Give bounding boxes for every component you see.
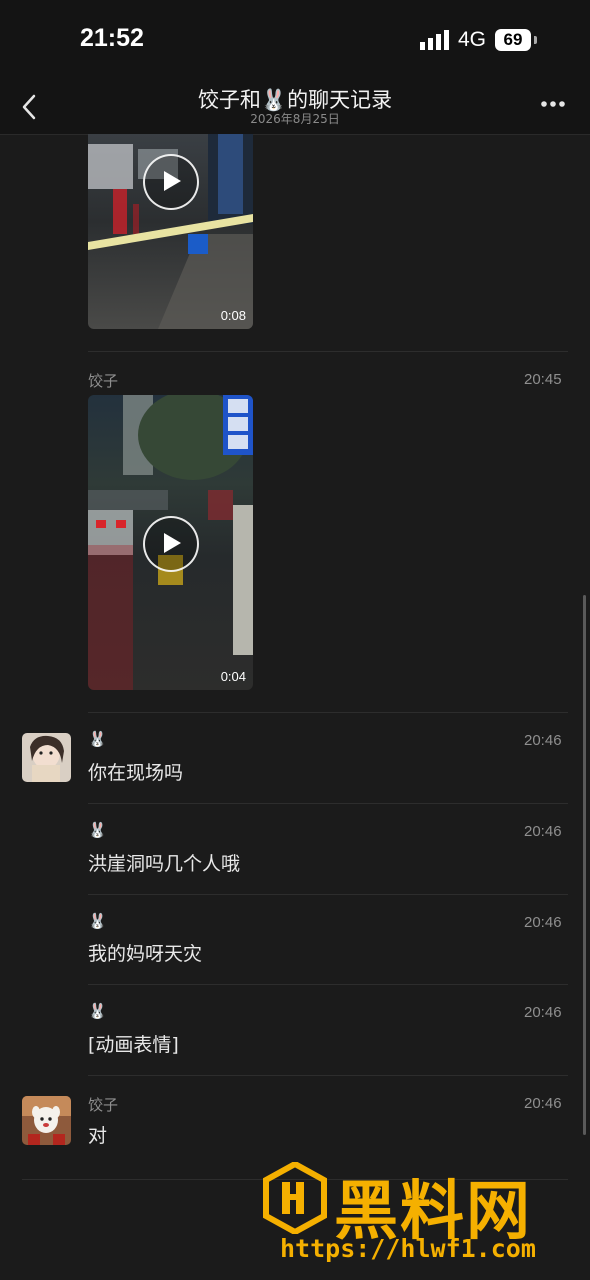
message-sender: 🐰 <box>88 1002 107 1020</box>
more-dots-icon[interactable] <box>540 100 566 108</box>
message-sender: 🐰 <box>88 821 107 839</box>
message-text: [动画表情] <box>88 1034 179 1056</box>
watermark-logo: 黑料网 https://hlwf1.com <box>262 1160 580 1272</box>
message-time: 20:46 <box>524 1004 562 1021</box>
network-type: 4G <box>458 28 487 51</box>
message-sender: 🐰 <box>88 912 107 930</box>
message-sender: 🐰 <box>88 730 107 748</box>
signal-icon <box>420 30 449 50</box>
scrollbar[interactable] <box>583 595 586 1135</box>
nav-bar: 饺子和🐰的聊天记录 2026年8月25日 <box>0 80 590 135</box>
battery-level: 69 <box>503 30 523 49</box>
video-duration: 0:08 <box>220 308 246 323</box>
message-text: 洪崖洞吗几个人哦 <box>88 853 241 875</box>
video-duration: 0:04 <box>220 669 246 684</box>
message-divider <box>88 803 568 804</box>
message-text: 我的妈呀天灾 <box>88 943 203 965</box>
message-divider <box>88 712 568 713</box>
message-divider <box>88 351 568 352</box>
avatar[interactable] <box>22 1096 71 1145</box>
message-time: 20:46 <box>524 1095 562 1112</box>
message-time: 20:46 <box>524 914 562 931</box>
play-icon[interactable] <box>143 154 199 210</box>
message-text: 你在现场吗 <box>88 762 184 784</box>
status-time: 21:52 <box>80 24 144 52</box>
battery-icon: 69 <box>495 29 531 51</box>
message-time: 20:46 <box>524 732 562 749</box>
message-text: 对 <box>88 1125 108 1147</box>
video-message-thumbnail[interactable]: 0:08 <box>88 134 253 329</box>
message-time: 20:46 <box>524 823 562 840</box>
message-sender: 饺子 <box>88 1096 119 1114</box>
play-icon[interactable] <box>143 516 199 572</box>
watermark-url: https://hlwf1.com <box>280 1234 536 1263</box>
video-message-thumbnail[interactable]: 0:04 <box>88 395 253 690</box>
battery-tip <box>534 36 537 44</box>
message-time: 20:45 <box>524 371 562 388</box>
status-bar: 21:52 4G 69 <box>0 0 590 80</box>
message-divider <box>88 894 568 895</box>
message-divider <box>88 1075 568 1076</box>
watermark-hexagon-icon <box>263 1162 327 1234</box>
avatar[interactable] <box>22 733 71 782</box>
page-subtitle-date: 2026年8月25日 <box>250 112 340 126</box>
message-sender: 饺子 <box>88 372 119 390</box>
message-divider <box>88 984 568 985</box>
